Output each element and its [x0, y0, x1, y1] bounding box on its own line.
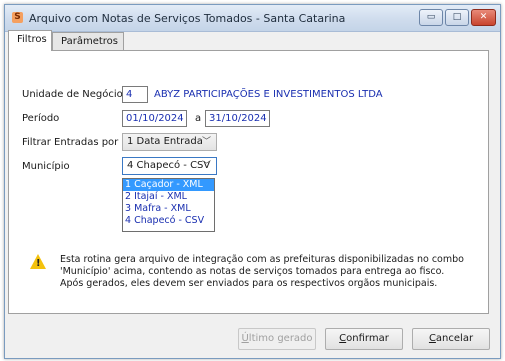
- chevron-down-icon: ﹀: [201, 137, 211, 147]
- municipio-value: 4 Chapecó - CSV: [127, 160, 211, 171]
- periodo-start-input[interactable]: 01/10/2024: [122, 110, 187, 127]
- periodo-end-input[interactable]: 31/10/2024: [205, 110, 270, 127]
- window-title: Arquivo com Notas de Serviços Tomados - …: [29, 12, 346, 25]
- confirmar-label: onfirmar: [346, 333, 389, 344]
- periodo-separator: a: [195, 113, 202, 124]
- municipio-option[interactable]: 1 Caçador - XML: [123, 179, 214, 191]
- municipio-label: Município: [22, 161, 70, 172]
- filtrar-label: Filtrar Entradas por: [22, 137, 119, 148]
- app-icon: S: [12, 12, 23, 23]
- tab-filtros[interactable]: Filtros: [8, 30, 52, 51]
- municipio-option[interactable]: 4 Chapecó - CSV: [123, 215, 214, 227]
- ultimo-accel: Ú: [241, 333, 249, 344]
- confirmar-button[interactable]: Confirmar: [325, 328, 403, 350]
- municipio-dropdown[interactable]: 4 Chapecó - CSV ﹀: [122, 157, 217, 175]
- municipio-options-list: 1 Caçador - XML 2 Itajaí - XML 3 Mafra -…: [122, 178, 215, 232]
- unidade-code-input[interactable]: 4: [122, 86, 148, 103]
- municipio-option[interactable]: 2 Itajaí - XML: [123, 191, 214, 203]
- unidade-label: Unidade de Negócio: [22, 89, 123, 100]
- tab-parametros[interactable]: Parâmetros: [52, 32, 124, 50]
- minimize-button[interactable]: ▭: [419, 9, 443, 26]
- periodo-label: Período: [22, 113, 60, 124]
- filtrar-dropdown[interactable]: 1 Data Entrada ﹀: [122, 133, 217, 151]
- municipio-option[interactable]: 3 Mafra - XML: [123, 203, 214, 215]
- cancelar-accel: C: [428, 333, 436, 344]
- filtrar-value: 1 Data Entrada: [127, 136, 203, 147]
- chevron-down-icon: ﹀: [201, 161, 211, 171]
- title-bar[interactable]: S Arquivo com Notas de Serviços Tomados …: [5, 5, 500, 32]
- ultimo-label: ltimo gerado: [248, 333, 313, 344]
- maximize-button[interactable]: □: [445, 9, 469, 26]
- close-button[interactable]: ✕: [471, 9, 496, 26]
- info-message: Esta rotina gera arquivo de integração c…: [60, 254, 464, 289]
- unidade-name: ABYZ PARTICIPAÇÕES E INVESTIMENTOS LTDA: [154, 89, 383, 100]
- warning-exclamation: !: [36, 258, 41, 269]
- ultimo-gerado-button[interactable]: Último gerado: [238, 328, 316, 350]
- cancelar-label: ancelar: [435, 333, 474, 344]
- cancelar-button[interactable]: Cancelar: [412, 328, 490, 350]
